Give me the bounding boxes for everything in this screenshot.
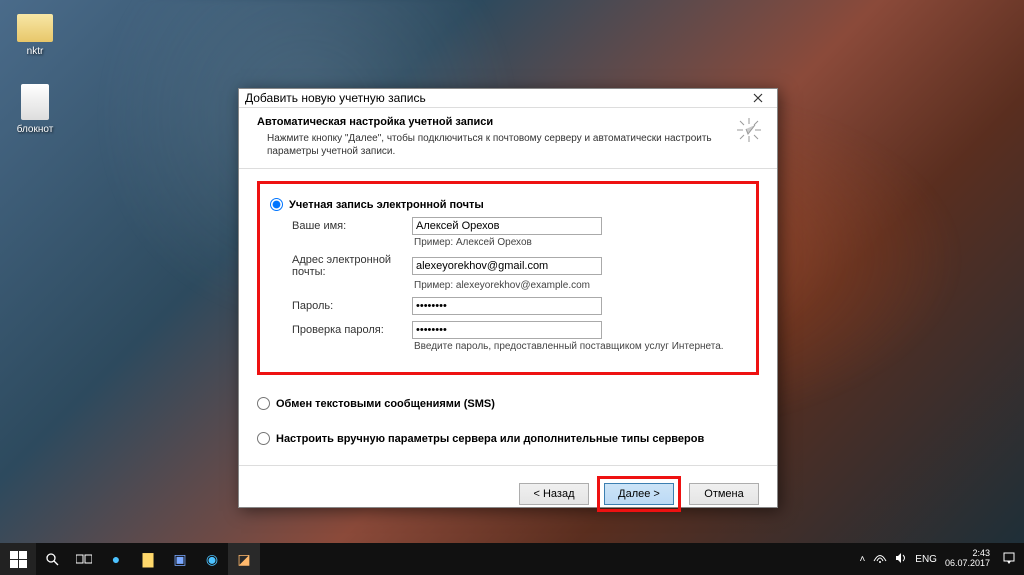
dialog-header: Автоматическая настройка учетной записи … xyxy=(239,108,777,169)
connect-icon xyxy=(735,116,763,144)
manual-radio-label: Настроить вручную параметры сервера или … xyxy=(276,433,704,445)
name-hint: Пример: Алексей Орехов xyxy=(414,237,744,248)
tray-chevron-up-icon[interactable]: ˄ xyxy=(859,554,865,565)
explorer-icon[interactable]: ▇ xyxy=(132,543,164,575)
email-label: Адрес электронной почты: xyxy=(292,254,412,278)
add-account-dialog: Добавить новую учетную запись Автоматиче… xyxy=(238,88,778,508)
desktop-icon-label: nktr xyxy=(8,46,62,57)
edge-icon[interactable]: ● xyxy=(100,543,132,575)
notifications-icon[interactable] xyxy=(1002,551,1016,568)
dialog-subtitle: Автоматическая настройка учетной записи xyxy=(257,116,759,128)
next-button[interactable]: Далее > xyxy=(604,483,674,505)
option-sms[interactable]: Обмен текстовыми сообщениями (SMS) xyxy=(257,397,759,410)
next-highlight: Далее > xyxy=(597,476,681,512)
file-icon xyxy=(21,84,49,120)
dialog-footer: < Назад Далее > Отмена xyxy=(239,465,777,526)
option-email-account[interactable]: Учетная запись электронной почты xyxy=(270,198,744,211)
windows-logo-icon xyxy=(10,551,27,568)
password2-label: Проверка пароля: xyxy=(292,324,412,336)
password-field[interactable] xyxy=(412,297,602,315)
sms-radio[interactable] xyxy=(257,397,270,410)
dialog-description: Нажмите кнопку "Далее", чтобы подключить… xyxy=(257,132,759,158)
desktop-folder-icon[interactable]: nktr xyxy=(8,10,62,57)
dialog-titlebar: Добавить новую учетную запись xyxy=(239,89,777,108)
password-hint: Введите пароль, предоставленный поставщи… xyxy=(414,341,744,352)
taskbar-clock[interactable]: 2:43 06.07.2017 xyxy=(945,549,994,569)
desktop-notepad-icon[interactable]: блокнот xyxy=(8,80,62,135)
back-button[interactable]: < Назад xyxy=(519,483,589,505)
task-view-icon[interactable] xyxy=(68,543,100,575)
highlight-box: Учетная запись электронной почты Ваше им… xyxy=(257,181,759,375)
start-button[interactable] xyxy=(0,543,36,575)
language-indicator[interactable]: ENG xyxy=(915,554,937,565)
close-icon[interactable] xyxy=(745,89,771,107)
password-confirm-field[interactable] xyxy=(412,321,602,339)
email-radio[interactable] xyxy=(270,198,283,211)
email-hint: Пример: alexeyorekhov@example.com xyxy=(414,280,744,291)
store-icon[interactable]: ▣ xyxy=(164,543,196,575)
email-field[interactable] xyxy=(412,257,602,275)
desktop-icon-label: блокнот xyxy=(8,124,62,135)
search-icon[interactable] xyxy=(36,543,68,575)
outlook-icon[interactable]: ◪ xyxy=(228,543,260,575)
sms-radio-label: Обмен текстовыми сообщениями (SMS) xyxy=(276,398,495,410)
dialog-title: Добавить новую учетную запись xyxy=(245,91,745,105)
volume-icon[interactable] xyxy=(895,552,907,567)
folder-icon xyxy=(17,14,53,42)
password-label: Пароль: xyxy=(292,300,412,312)
manual-radio[interactable] xyxy=(257,432,270,445)
people-icon[interactable]: ◉ xyxy=(196,543,228,575)
option-manual[interactable]: Настроить вручную параметры сервера или … xyxy=(257,432,759,445)
taskbar: ● ▇ ▣ ◉ ◪ ˄ ENG 2:43 06.07.2017 xyxy=(0,543,1024,575)
email-radio-label: Учетная запись электронной почты xyxy=(289,199,484,211)
name-label: Ваше имя: xyxy=(292,220,412,232)
cancel-button[interactable]: Отмена xyxy=(689,483,759,505)
dialog-body: Учетная запись электронной почты Ваше им… xyxy=(239,169,777,465)
date-text: 06.07.2017 xyxy=(945,559,990,569)
network-icon[interactable] xyxy=(873,552,887,567)
name-field[interactable] xyxy=(412,217,602,235)
